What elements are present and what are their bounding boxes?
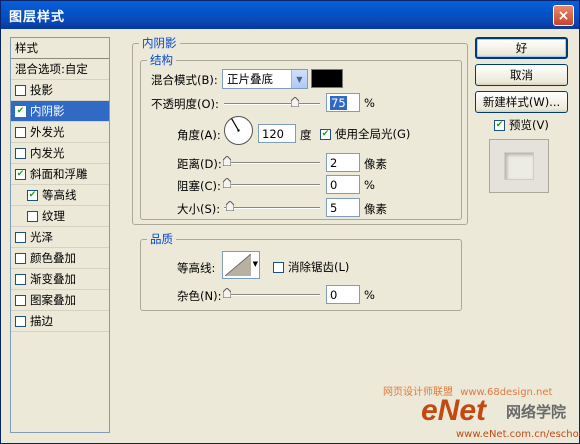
size-unit: 像素 (364, 202, 387, 216)
style-list-item[interactable]: 投影 (11, 80, 109, 101)
angle-unit: 度 (300, 128, 312, 142)
watermark-url: www.eNet.com.cn/eschool (456, 429, 580, 440)
layer-style-dialog: 图层样式 × 样式 混合选项:自定投影 ✔ 内阴影外发光内发光 ✔ 斜面和浮雕 ✔ 等高线纹… (0, 0, 580, 444)
ok-button[interactable]: 好 (475, 37, 568, 59)
checkbox-checked-icon: ✔ (494, 119, 505, 131)
checkbox-unchecked-icon[interactable] (27, 210, 38, 222)
choke-unit: % (364, 178, 375, 192)
style-list-item[interactable]: ✔ 等高线 (11, 185, 109, 206)
style-list: 样式 混合选项:自定投影 ✔ 内阴影外发光内发光 ✔ 斜面和浮雕 ✔ 等高线纹理光泽颜色叠加… (10, 37, 110, 433)
style-list-item[interactable]: 图案叠加 (11, 290, 109, 311)
checkbox-unchecked-icon[interactable] (15, 147, 26, 159)
opacity-slider-thumb[interactable] (291, 97, 299, 107)
contour-curve-icon (225, 254, 251, 276)
chevron-down-icon: ▼ (252, 260, 258, 268)
distance-slider-track[interactable] (224, 162, 320, 164)
preview-checkbox[interactable]: ✔ 预览(V) (494, 117, 549, 133)
blend-mode-select[interactable]: 正片叠底 ▼ (222, 69, 308, 89)
choke-label: 阻塞(C): (177, 179, 221, 193)
style-list-item-label: 颜色叠加 (30, 251, 76, 265)
style-list-item-label: 纹理 (42, 209, 65, 223)
distance-unit: 像素 (364, 157, 387, 171)
angle-label: 角度(A): (177, 128, 221, 142)
style-list-item-label: 等高线 (42, 188, 77, 202)
dialog-title: 图层样式 (9, 9, 66, 25)
style-list-item[interactable]: 光泽 (11, 227, 109, 248)
style-list-item-label: 光泽 (30, 230, 53, 244)
style-list-item[interactable]: 描边 (11, 311, 109, 332)
style-list-item-label: 渐变叠加 (30, 272, 76, 286)
watermark-brand-cn: 网络学院 (506, 403, 567, 421)
checkbox-unchecked-icon[interactable] (15, 294, 26, 306)
angle-dial[interactable] (223, 115, 254, 146)
checkbox-checked-icon[interactable]: ✔ (27, 189, 38, 201)
style-list-header[interactable]: 样式 (11, 38, 109, 59)
contour-label: 等高线: (177, 261, 216, 275)
style-list-item[interactable]: 渐变叠加 (11, 269, 109, 290)
checkbox-unchecked-icon[interactable] (15, 231, 26, 243)
noise-unit: % (364, 288, 375, 302)
style-list-item[interactable]: ✔ 内阴影 (11, 101, 109, 122)
checkbox-checked-icon[interactable]: ✔ (15, 105, 26, 117)
opacity-unit: % (364, 96, 375, 110)
checkbox-unchecked-icon[interactable] (15, 252, 26, 264)
distance-input[interactable]: 2 (326, 153, 360, 172)
distance-label: 距离(D): (177, 157, 222, 171)
inner-shadow-group-title: 内阴影 (139, 35, 180, 51)
distance-slider-thumb[interactable] (223, 156, 231, 166)
style-list-item-label: 投影 (30, 83, 53, 97)
angle-input[interactable]: 120 (258, 124, 296, 143)
style-list-item-label: 外发光 (30, 125, 65, 139)
style-list-item-label: 混合选项:自定 (15, 62, 88, 76)
style-list-item[interactable]: 颜色叠加 (11, 248, 109, 269)
style-list-item-label: 内发光 (30, 146, 65, 160)
close-icon: × (557, 7, 570, 24)
checkbox-unchecked-icon[interactable] (15, 84, 26, 96)
checkbox-unchecked-icon (273, 261, 284, 273)
checkbox-checked-icon[interactable]: ✔ (15, 168, 26, 180)
opacity-input[interactable]: 75 (326, 93, 360, 112)
noise-label: 杂色(N): (177, 289, 222, 303)
style-preview (489, 139, 549, 193)
checkbox-unchecked-icon[interactable] (15, 273, 26, 285)
noise-input[interactable]: 0 (326, 285, 360, 304)
choke-slider-thumb[interactable] (223, 178, 231, 188)
preview-swatch (504, 152, 534, 180)
size-input[interactable]: 5 (326, 198, 360, 217)
style-list-item-label: 图案叠加 (30, 293, 76, 307)
style-list-item[interactable]: 外发光 (11, 122, 109, 143)
new-style-button[interactable]: 新建样式(W)... (475, 91, 568, 113)
opacity-slider-track[interactable] (224, 103, 320, 105)
title-bar: 图层样式 × (1, 1, 579, 29)
global-light-checkbox[interactable]: ✔ 使用全局光(G) (320, 126, 410, 142)
size-slider-thumb[interactable] (226, 201, 234, 211)
size-slider-track[interactable] (224, 207, 320, 209)
choke-input[interactable]: 0 (326, 175, 360, 194)
style-list-item[interactable]: 纹理 (11, 206, 109, 227)
watermark-brand: eNet (421, 394, 487, 427)
style-list-item[interactable]: 混合选项:自定 (11, 59, 109, 80)
noise-slider-track[interactable] (224, 294, 320, 296)
shadow-color-swatch[interactable] (311, 69, 343, 88)
blend-mode-label: 混合模式(B): (151, 73, 218, 87)
antialias-checkbox[interactable]: 消除锯齿(L) (273, 259, 349, 275)
style-list-item-label: 内阴影 (30, 104, 65, 118)
style-list-item-label: 描边 (30, 314, 53, 328)
size-label: 大小(S): (177, 202, 221, 216)
noise-slider-thumb[interactable] (223, 288, 231, 298)
choke-slider-track[interactable] (224, 184, 320, 186)
style-list-item[interactable]: 内发光 (11, 143, 109, 164)
checkbox-unchecked-icon[interactable] (15, 126, 26, 138)
contour-picker[interactable]: ▼ (222, 251, 260, 279)
checkbox-unchecked-icon[interactable] (15, 315, 26, 327)
quality-group-title: 品质 (147, 231, 176, 247)
style-list-item[interactable]: ✔ 斜面和浮雕 (11, 164, 109, 185)
chevron-down-icon: ▼ (291, 70, 307, 88)
opacity-label: 不透明度(O): (151, 97, 219, 111)
cancel-button[interactable]: 取消 (475, 64, 568, 86)
structure-group-title: 结构 (147, 52, 176, 68)
checkbox-checked-icon: ✔ (320, 128, 331, 140)
style-list-item-label: 斜面和浮雕 (30, 167, 88, 181)
close-button[interactable]: × (553, 5, 574, 26)
